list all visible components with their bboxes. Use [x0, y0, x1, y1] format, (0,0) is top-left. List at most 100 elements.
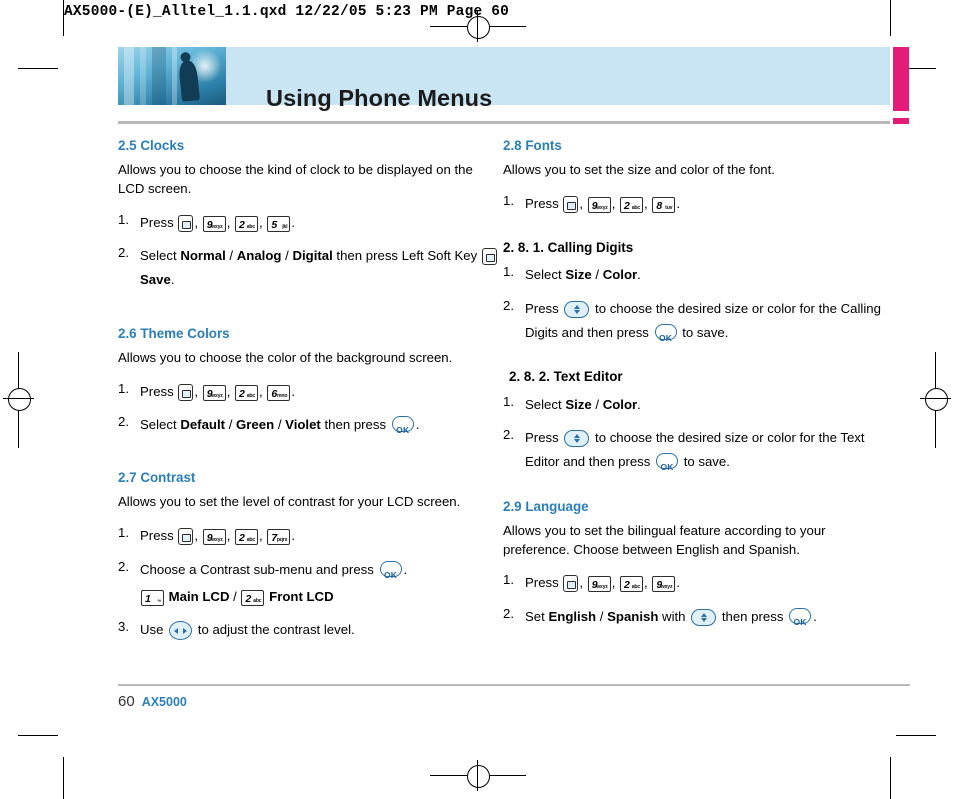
chapter-tab-marker-lower — [893, 118, 909, 124]
keypad-9-icon: 9 wxyz — [587, 196, 611, 213]
emphasized-option: Front LCD — [265, 588, 334, 604]
keypad-1-icon: 1 ∞ — [141, 589, 164, 606]
instruction-step: 2. Set English / Spanish with then press … — [503, 605, 895, 629]
keypad-9-icon: 9 wxyz — [202, 529, 226, 546]
steps-text-editor: 1. Select Size / Color. 2. Press to choose … — [503, 393, 895, 475]
step-text: / — [225, 416, 237, 432]
right-column: 2.8 Fonts Allows you to set the size and… — [503, 136, 895, 638]
step-text: , — [259, 214, 267, 230]
step-number: 2. — [118, 558, 129, 574]
step-text: , — [226, 383, 235, 399]
instruction-step: 2. Select Normal / Analog / Digital then … — [118, 244, 510, 293]
ok-key-icon: OK — [654, 324, 677, 343]
keypad-2-icon: 2 abc — [235, 215, 259, 232]
emphasized-option: Spanish — [607, 608, 659, 624]
keypad-5-icon: 5 jkl — [267, 215, 291, 232]
step-text: Select — [140, 247, 181, 263]
chapter-tab-marker — [893, 47, 909, 111]
registration-mark-right — [925, 388, 948, 411]
step-text: / — [225, 247, 237, 263]
emphasized-option: Default — [180, 416, 226, 432]
crop-mark-top-right-vertical — [890, 0, 891, 36]
step-text: Choose a Contrast sub-menu and press — [140, 561, 378, 577]
step-text: . — [813, 608, 817, 624]
step-number: 2. — [118, 244, 129, 260]
step-text: Press — [525, 195, 563, 211]
instruction-step: 1. Select Size / Color. — [503, 393, 895, 417]
step-text: . — [676, 575, 681, 591]
steps-contrast: 1. Press , 9 wxyz, 2 abc, 7 pqrs. 2. Choose a … — [118, 524, 510, 642]
instruction-step: 3. Use to adjust the contrast level. — [118, 618, 510, 642]
step-body: Press , 9 wxyz, 2 abc, 9 wxyz. — [525, 571, 895, 595]
step-text: , — [611, 575, 620, 591]
crop-mark-left-upper-horizontal — [18, 68, 58, 69]
instruction-step: 1. Press , 9 wxyz, 2 abc, 8 tuv. — [503, 192, 895, 216]
soft-key-icon — [563, 195, 579, 213]
step-number: 1. — [503, 264, 514, 280]
up-down-navigation-key-icon — [691, 608, 717, 626]
step-text: . — [291, 214, 296, 230]
section-heading-contrast: 2.7 Contrast — [118, 470, 196, 486]
step-text: Select — [140, 416, 181, 432]
step-body: Press to choose the desired size or colo… — [525, 297, 895, 346]
keypad-6-icon: 6 mno — [267, 384, 291, 401]
keypad-2-icon: 2 abc — [235, 384, 259, 401]
section-intro-fonts: Allows you to set the size and color of … — [503, 162, 775, 178]
page-title-band — [118, 47, 890, 105]
step-text: , — [579, 575, 587, 591]
keypad-9-icon: 9 wxyz — [652, 576, 676, 593]
emphasized-option: Digital — [292, 247, 333, 263]
steps-theme-colors: 1. Press , 9 wxyz, 2 abc, 6 mno. 2. Select Def… — [118, 380, 510, 438]
step-text: / — [274, 416, 286, 432]
registration-mark-bottom — [467, 765, 490, 788]
instruction-step: 2. Select Default / Green / Violet then p… — [118, 413, 510, 437]
step-body: Press , 9 wxyz, 2 abc, 6 mno. — [140, 380, 510, 404]
crop-mark-left-lower-horizontal — [18, 735, 58, 736]
step-text: with — [658, 608, 690, 624]
step-text: Select — [525, 267, 566, 283]
step-text: . — [637, 396, 641, 412]
step-text: then press Left Soft Key — [332, 247, 481, 263]
page-footer: 60 AX5000 — [118, 693, 187, 710]
step-number: 2. — [118, 413, 129, 429]
step-text: , — [194, 383, 202, 399]
step-text: , — [644, 575, 652, 591]
step-text: . — [291, 383, 296, 399]
keypad-2-icon: 2 abc — [241, 589, 265, 606]
step-number: 1. — [503, 192, 514, 208]
emphasized-option: Color — [602, 396, 638, 412]
step-text: , — [259, 528, 267, 544]
registration-mark-left — [8, 388, 31, 411]
emphasized-option: Violet — [285, 416, 321, 432]
up-down-navigation-key-icon — [564, 300, 590, 318]
emphasized-option: Normal — [180, 247, 226, 263]
crop-mark-bottom-left-vertical — [63, 757, 64, 799]
step-text: . — [637, 267, 641, 283]
ok-key-icon: OK — [789, 607, 812, 627]
step-body: Select Normal / Analog / Digital then pr… — [140, 244, 510, 293]
soft-key-icon — [178, 214, 194, 232]
steps-calling-digits: 1. Select Size / Color. 2. Press to choose … — [503, 263, 895, 345]
keypad-7-icon: 7 pqrs — [267, 529, 291, 546]
keypad-2-icon: 2 abc — [620, 196, 644, 213]
instruction-step: 2. Choose a Contrast sub-menu and press O… — [118, 558, 510, 610]
keypad-9-icon: 9 wxyz — [587, 576, 611, 593]
keypad-8-icon: 8 tuv — [652, 196, 676, 213]
step-body: Select Default / Green / Violet then pre… — [140, 413, 510, 437]
step-text: Press — [140, 214, 178, 230]
crop-mark-right-lower-horizontal — [896, 735, 936, 736]
emphasized-option: Analog — [236, 247, 282, 263]
step-text: , — [611, 195, 620, 211]
step-number: 1. — [118, 380, 129, 396]
instruction-step: 2. Press to choose the desired size or co… — [503, 297, 895, 346]
step-text: to save. — [680, 454, 730, 470]
step-text: , — [644, 195, 652, 211]
step-text: Press — [140, 528, 178, 544]
step-text: Select — [525, 396, 566, 412]
keypad-2-icon: 2 abc — [620, 576, 644, 593]
keypad-2-icon: 2 abc — [235, 529, 259, 546]
header-divider — [118, 121, 890, 124]
keypad-9-icon: 9 wxyz — [202, 215, 226, 232]
step-text: , — [194, 214, 202, 230]
section-intro-language: Allows you to set the bilingual feature … — [503, 522, 826, 557]
